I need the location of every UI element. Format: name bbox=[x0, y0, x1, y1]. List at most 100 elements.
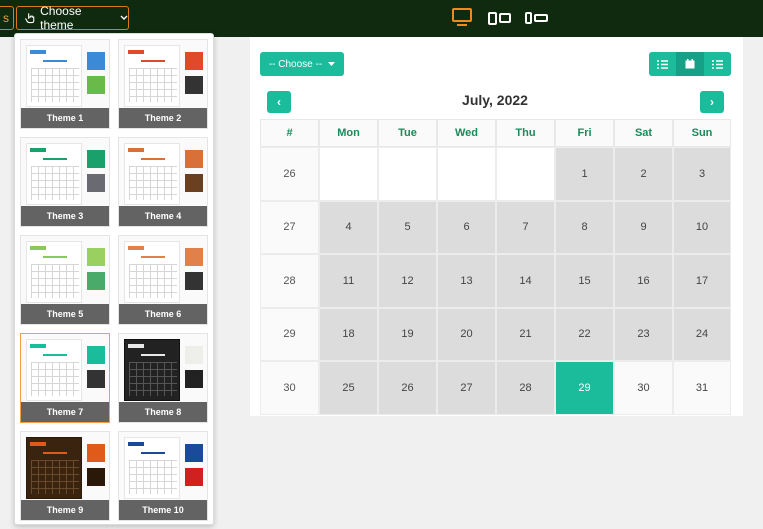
theme-option[interactable]: Theme 4 bbox=[118, 137, 208, 227]
preview-grid bbox=[129, 264, 177, 298]
preview-grid bbox=[129, 68, 177, 102]
theme-option[interactable]: Theme 7 bbox=[20, 333, 110, 423]
theme-option[interactable]: Theme 5 bbox=[20, 235, 110, 325]
day-cell[interactable]: 25 bbox=[319, 361, 378, 415]
choose-theme-button[interactable]: Choose theme bbox=[16, 4, 129, 32]
theme-swatch-secondary bbox=[185, 272, 203, 290]
empty-day-cell bbox=[496, 147, 555, 201]
preview-header bbox=[128, 148, 144, 152]
theme-swatch-secondary bbox=[185, 76, 203, 94]
week-number: 30 bbox=[260, 361, 319, 415]
day-cell[interactable]: 31 bbox=[673, 361, 731, 415]
day-cell[interactable]: 7 bbox=[496, 200, 555, 254]
day-cell[interactable]: 15 bbox=[555, 254, 614, 308]
day-cell[interactable]: 1 bbox=[555, 147, 614, 201]
day-cell[interactable]: 16 bbox=[614, 254, 673, 308]
day-cell[interactable]: 24 bbox=[673, 307, 731, 361]
month-view-button[interactable] bbox=[676, 52, 705, 76]
preview-title bbox=[43, 158, 67, 160]
theme-option[interactable]: Theme 9 bbox=[20, 431, 110, 521]
theme-label: Theme 5 bbox=[21, 304, 109, 324]
preview-title bbox=[43, 354, 67, 356]
theme-swatch-secondary bbox=[87, 468, 105, 486]
theme-label: Theme 2 bbox=[119, 108, 207, 128]
prev-month-button[interactable]: ‹ bbox=[267, 91, 291, 113]
theme-swatch-secondary bbox=[185, 370, 203, 388]
theme-option[interactable]: Theme 3 bbox=[20, 137, 110, 227]
chevron-down-icon bbox=[120, 13, 128, 23]
day-cell[interactable]: 9 bbox=[614, 200, 673, 254]
weekday-header: Mon bbox=[319, 119, 378, 147]
day-cell[interactable]: 11 bbox=[319, 254, 378, 308]
day-cell[interactable]: 4 bbox=[319, 200, 378, 254]
preview-header bbox=[30, 442, 46, 446]
day-cell[interactable]: 6 bbox=[437, 200, 496, 254]
day-cell[interactable]: 8 bbox=[555, 200, 614, 254]
preview-title bbox=[141, 354, 165, 356]
theme-preview bbox=[26, 45, 82, 107]
theme-picker-panel: Theme 1 Theme 2 Theme 3 Theme 4 Theme 5 Theme… bbox=[14, 33, 214, 525]
preview-header bbox=[30, 148, 46, 152]
theme-preview bbox=[124, 339, 180, 401]
list-icon bbox=[656, 59, 668, 69]
left-cutoff-button[interactable]: s bbox=[0, 6, 14, 30]
week-number: 26 bbox=[260, 147, 319, 201]
day-cell[interactable]: 28 bbox=[496, 361, 555, 415]
theme-swatch-secondary bbox=[185, 174, 203, 192]
empty-day-cell bbox=[319, 147, 378, 201]
tablet-icon[interactable] bbox=[488, 11, 511, 25]
day-cell[interactable]: 14 bbox=[496, 254, 555, 308]
today-cell[interactable]: 29 bbox=[555, 361, 614, 415]
theme-option[interactable]: Theme 6 bbox=[118, 235, 208, 325]
week-number: 29 bbox=[260, 307, 319, 361]
preview-title bbox=[141, 60, 165, 62]
day-cell[interactable]: 2 bbox=[614, 147, 673, 201]
theme-option[interactable]: Theme 1 bbox=[20, 39, 110, 129]
day-cell[interactable]: 26 bbox=[378, 361, 437, 415]
preview-title bbox=[43, 60, 67, 62]
theme-preview bbox=[26, 437, 82, 499]
day-cell[interactable]: 12 bbox=[378, 254, 437, 308]
theme-swatch-secondary bbox=[185, 468, 203, 486]
day-cell[interactable]: 30 bbox=[614, 361, 673, 415]
preview-header bbox=[128, 50, 144, 54]
theme-label: Theme 8 bbox=[119, 402, 207, 422]
choose-dropdown[interactable]: -- Choose -- bbox=[260, 52, 344, 76]
theme-label: Theme 3 bbox=[21, 206, 109, 226]
day-cell[interactable]: 22 bbox=[555, 307, 614, 361]
day-cell[interactable]: 3 bbox=[673, 147, 731, 201]
week-row: 26 1 2 3 bbox=[260, 147, 731, 201]
theme-option[interactable]: Theme 2 bbox=[118, 39, 208, 129]
day-cell[interactable]: 20 bbox=[437, 307, 496, 361]
empty-day-cell bbox=[378, 147, 437, 201]
day-cell[interactable]: 13 bbox=[437, 254, 496, 308]
day-cell[interactable]: 21 bbox=[496, 307, 555, 361]
theme-label: Theme 10 bbox=[119, 500, 207, 520]
next-month-button[interactable]: › bbox=[700, 91, 724, 113]
day-cell[interactable]: 19 bbox=[378, 307, 437, 361]
day-cell[interactable]: 5 bbox=[378, 200, 437, 254]
preview-header bbox=[30, 50, 46, 54]
day-cell[interactable]: 17 bbox=[673, 254, 731, 308]
day-cell[interactable]: 10 bbox=[673, 200, 731, 254]
day-cell[interactable]: 18 bbox=[319, 307, 378, 361]
theme-option[interactable]: Theme 10 bbox=[118, 431, 208, 521]
agenda-view-button[interactable] bbox=[704, 52, 731, 76]
day-cell[interactable]: 27 bbox=[437, 361, 496, 415]
week-row: 29 18 19 20 21 22 23 24 bbox=[260, 307, 731, 361]
week-row: 28 11 12 13 14 15 16 17 bbox=[260, 254, 731, 308]
phone-icon[interactable] bbox=[525, 12, 548, 24]
desktop-icon[interactable] bbox=[452, 8, 472, 28]
calendar-icon bbox=[685, 59, 695, 69]
theme-option[interactable]: Theme 8 bbox=[118, 333, 208, 423]
preview-grid bbox=[31, 166, 79, 200]
top-toolbar: s Choose theme bbox=[0, 0, 763, 37]
theme-swatch-primary bbox=[185, 52, 203, 70]
device-switcher bbox=[452, 8, 548, 28]
week-number-header: # bbox=[260, 119, 319, 147]
month-title: July, 2022 bbox=[462, 92, 528, 108]
theme-preview bbox=[124, 143, 180, 205]
day-cell[interactable]: 23 bbox=[614, 307, 673, 361]
preview-grid bbox=[129, 362, 177, 396]
list-view-button[interactable] bbox=[649, 52, 677, 76]
